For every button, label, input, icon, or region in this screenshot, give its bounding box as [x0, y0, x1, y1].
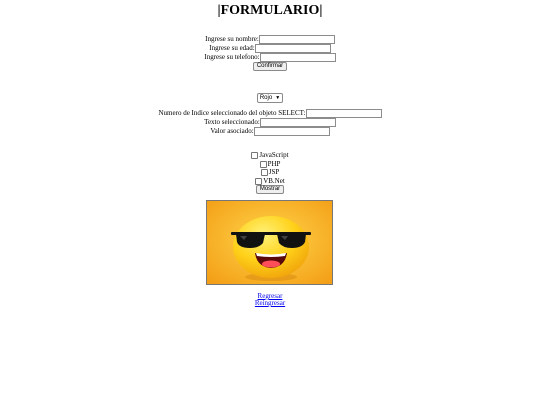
index-row: Numero de Indice seleccionado del objeto…	[0, 109, 540, 118]
text-input[interactable]	[259, 118, 336, 127]
index-label: Numero de Indice seleccionado del objeto…	[158, 109, 306, 117]
value-row: Valor asociado:	[0, 127, 540, 136]
age-label: Ingrese su edad:	[209, 44, 255, 52]
vbnet-label: VB.Net	[263, 177, 285, 185]
page-title: |FORMULARIO|	[217, 3, 323, 18]
jsp-label: JSP	[268, 168, 280, 176]
javascript-checkbox[interactable]	[251, 151, 259, 159]
age-input[interactable]	[254, 44, 331, 53]
select-row: Rojo ▼	[0, 93, 540, 103]
age-row: Ingrese su edad:	[0, 44, 540, 53]
confirm-row: Confirmar	[0, 62, 540, 71]
show-row: Mostrar	[0, 185, 540, 194]
text-label: Texto seleccionado:	[204, 118, 260, 126]
value-label: Valor asociado:	[210, 127, 254, 135]
javascript-label: JavaScript	[259, 151, 289, 159]
name-input[interactable]	[258, 35, 335, 44]
value-input[interactable]	[253, 127, 330, 136]
jsp-checkbox[interactable]	[260, 168, 268, 176]
sunglasses-emoji-icon	[207, 201, 332, 284]
name-label: Ingrese su nombre:	[205, 35, 259, 43]
checkbox-row-jsp: JSP	[0, 168, 540, 177]
checkbox-row-javascript: JavaScript	[0, 151, 540, 160]
reingresar-link[interactable]: Reingresar	[255, 299, 285, 307]
phone-input[interactable]	[259, 53, 336, 62]
php-label: PHP	[267, 160, 281, 168]
emoji-image	[206, 200, 333, 285]
php-checkbox[interactable]	[259, 160, 267, 168]
confirm-button[interactable]: Confirmar	[252, 62, 288, 71]
reingresar-row: Reingresar	[0, 299, 540, 308]
index-input[interactable]	[305, 109, 382, 118]
text-row: Texto seleccionado:	[0, 118, 540, 127]
name-row: Ingrese su nombre:	[0, 35, 540, 44]
page: |FORMULARIO| Ingrese su nombre: Ingrese …	[0, 0, 540, 405]
phone-label: Ingrese su telefono:	[204, 53, 260, 61]
phone-row: Ingrese su telefono:	[0, 53, 540, 62]
color-select[interactable]: Rojo ▼	[256, 93, 284, 103]
vbnet-checkbox[interactable]	[255, 177, 263, 185]
color-select-value: Rojo	[259, 95, 273, 101]
show-button[interactable]: Mostrar	[255, 185, 285, 194]
chevron-down-icon: ▼	[275, 95, 281, 101]
